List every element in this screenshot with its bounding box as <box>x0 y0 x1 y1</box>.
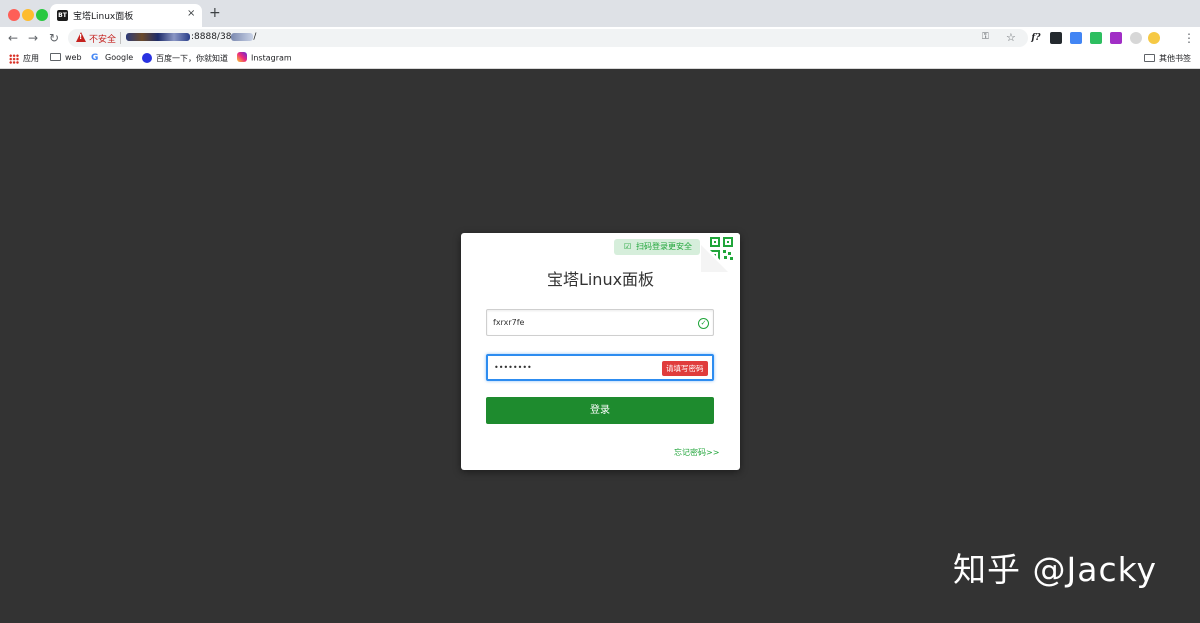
avatar-icon[interactable] <box>1148 32 1160 44</box>
redacted-host <box>126 32 190 41</box>
forgot-password-link[interactable]: 忘记密码>> <box>674 447 719 458</box>
extension-f-icon[interactable]: f? <box>1030 32 1042 44</box>
bookmark-apps[interactable]: 应用 <box>23 53 39 64</box>
bookmark-instagram[interactable]: Instagram <box>237 52 292 63</box>
folder-icon <box>1144 53 1155 62</box>
password-key-icon[interactable]: ⚿ <box>982 32 989 42</box>
omnibox-divider <box>120 32 121 44</box>
apps-grid-icon[interactable] <box>9 54 19 64</box>
url-suffix: / <box>253 32 257 42</box>
login-button[interactable]: 登录 <box>486 397 714 424</box>
qr-login-badge[interactable]: ☑ 扫码登录更安全 <box>614 239 700 255</box>
new-tab-button[interactable]: + <box>209 6 221 20</box>
reload-icon[interactable]: ↻ <box>49 30 59 46</box>
qr-login-badge-label: 扫码登录更安全 <box>636 242 692 251</box>
instagram-icon <box>237 52 247 62</box>
translate-extension-icon[interactable] <box>1070 32 1082 44</box>
baidu-icon <box>142 52 152 63</box>
bookmarks-bar: 应用 web G Google 百度一下，你就知道 Instagram 其他书签 <box>0 49 1200 69</box>
bookmark-other[interactable]: 其他书签 <box>1144 53 1191 64</box>
bookmark-instagram-label: Instagram <box>251 53 292 63</box>
bookmark-web-label: web <box>65 53 82 62</box>
tab-close-icon[interactable]: × <box>187 8 195 19</box>
bookmark-star-icon[interactable]: ☆ <box>1006 31 1016 44</box>
forward-arrow-icon[interactable]: → <box>28 30 38 46</box>
panel-title: 宝塔Linux面板 <box>546 270 655 289</box>
watermark: 知乎 @Jacky <box>953 550 1158 589</box>
window-maximize-button[interactable] <box>36 9 48 21</box>
not-secure-warning-icon[interactable] <box>76 32 86 42</box>
google-icon: G <box>91 53 99 63</box>
password-error-badge: 请填写密码 <box>662 361 708 376</box>
bookmark-web[interactable]: web <box>50 52 82 62</box>
bt-favicon-icon: BT <box>57 10 68 21</box>
valid-check-icon: ✓ <box>698 318 709 329</box>
redacted-path <box>231 32 254 41</box>
username-field[interactable]: ✓ <box>486 309 714 336</box>
shield-check-icon: ☑ <box>624 242 632 251</box>
github-extension-icon[interactable] <box>1050 32 1062 44</box>
bookmark-baidu-label: 百度一下，你就知道 <box>156 54 228 63</box>
password-input[interactable] <box>494 356 664 379</box>
bookmark-baidu[interactable]: 百度一下，你就知道 <box>142 52 228 64</box>
login-card: ☑ 扫码登录更安全 宝塔Linux面板 ✓ 请填写密码 登录 <box>461 233 740 470</box>
browser-tab[interactable]: BT 宝塔Linux面板 × <box>50 4 202 27</box>
profile-extension-icon[interactable] <box>1130 32 1142 44</box>
back-arrow-icon[interactable]: ← <box>8 30 18 46</box>
browser-toolbar: ← → ↻ 不安全 :8888/38 / ⚿ ☆ f? ⋮ <box>0 27 1200 49</box>
bookmark-google-label: Google <box>105 53 134 62</box>
bookmark-other-label: 其他书签 <box>1159 54 1191 63</box>
url-text[interactable]: :8888/38 / <box>126 32 256 42</box>
window-close-button[interactable] <box>8 9 20 21</box>
browser-menu-icon[interactable]: ⋮ <box>1183 31 1195 45</box>
onenote-extension-icon[interactable] <box>1110 32 1122 44</box>
password-field[interactable]: 请填写密码 <box>486 354 714 381</box>
username-input[interactable] <box>493 310 663 335</box>
folder-icon <box>50 52 61 61</box>
browser-tab-bar: BT 宝塔Linux面板 × + <box>0 0 1200 27</box>
evernote-extension-icon[interactable] <box>1090 32 1102 44</box>
security-status-label[interactable]: 不安全 <box>89 32 116 45</box>
address-bar[interactable]: 不安全 :8888/38 / ⚿ ☆ <box>68 29 1028 47</box>
window-minimize-button[interactable] <box>22 9 34 21</box>
url-port-path: :8888/38 <box>191 32 232 42</box>
bookmark-google[interactable]: G Google <box>91 53 133 63</box>
tab-title: 宝塔Linux面板 <box>73 12 134 22</box>
